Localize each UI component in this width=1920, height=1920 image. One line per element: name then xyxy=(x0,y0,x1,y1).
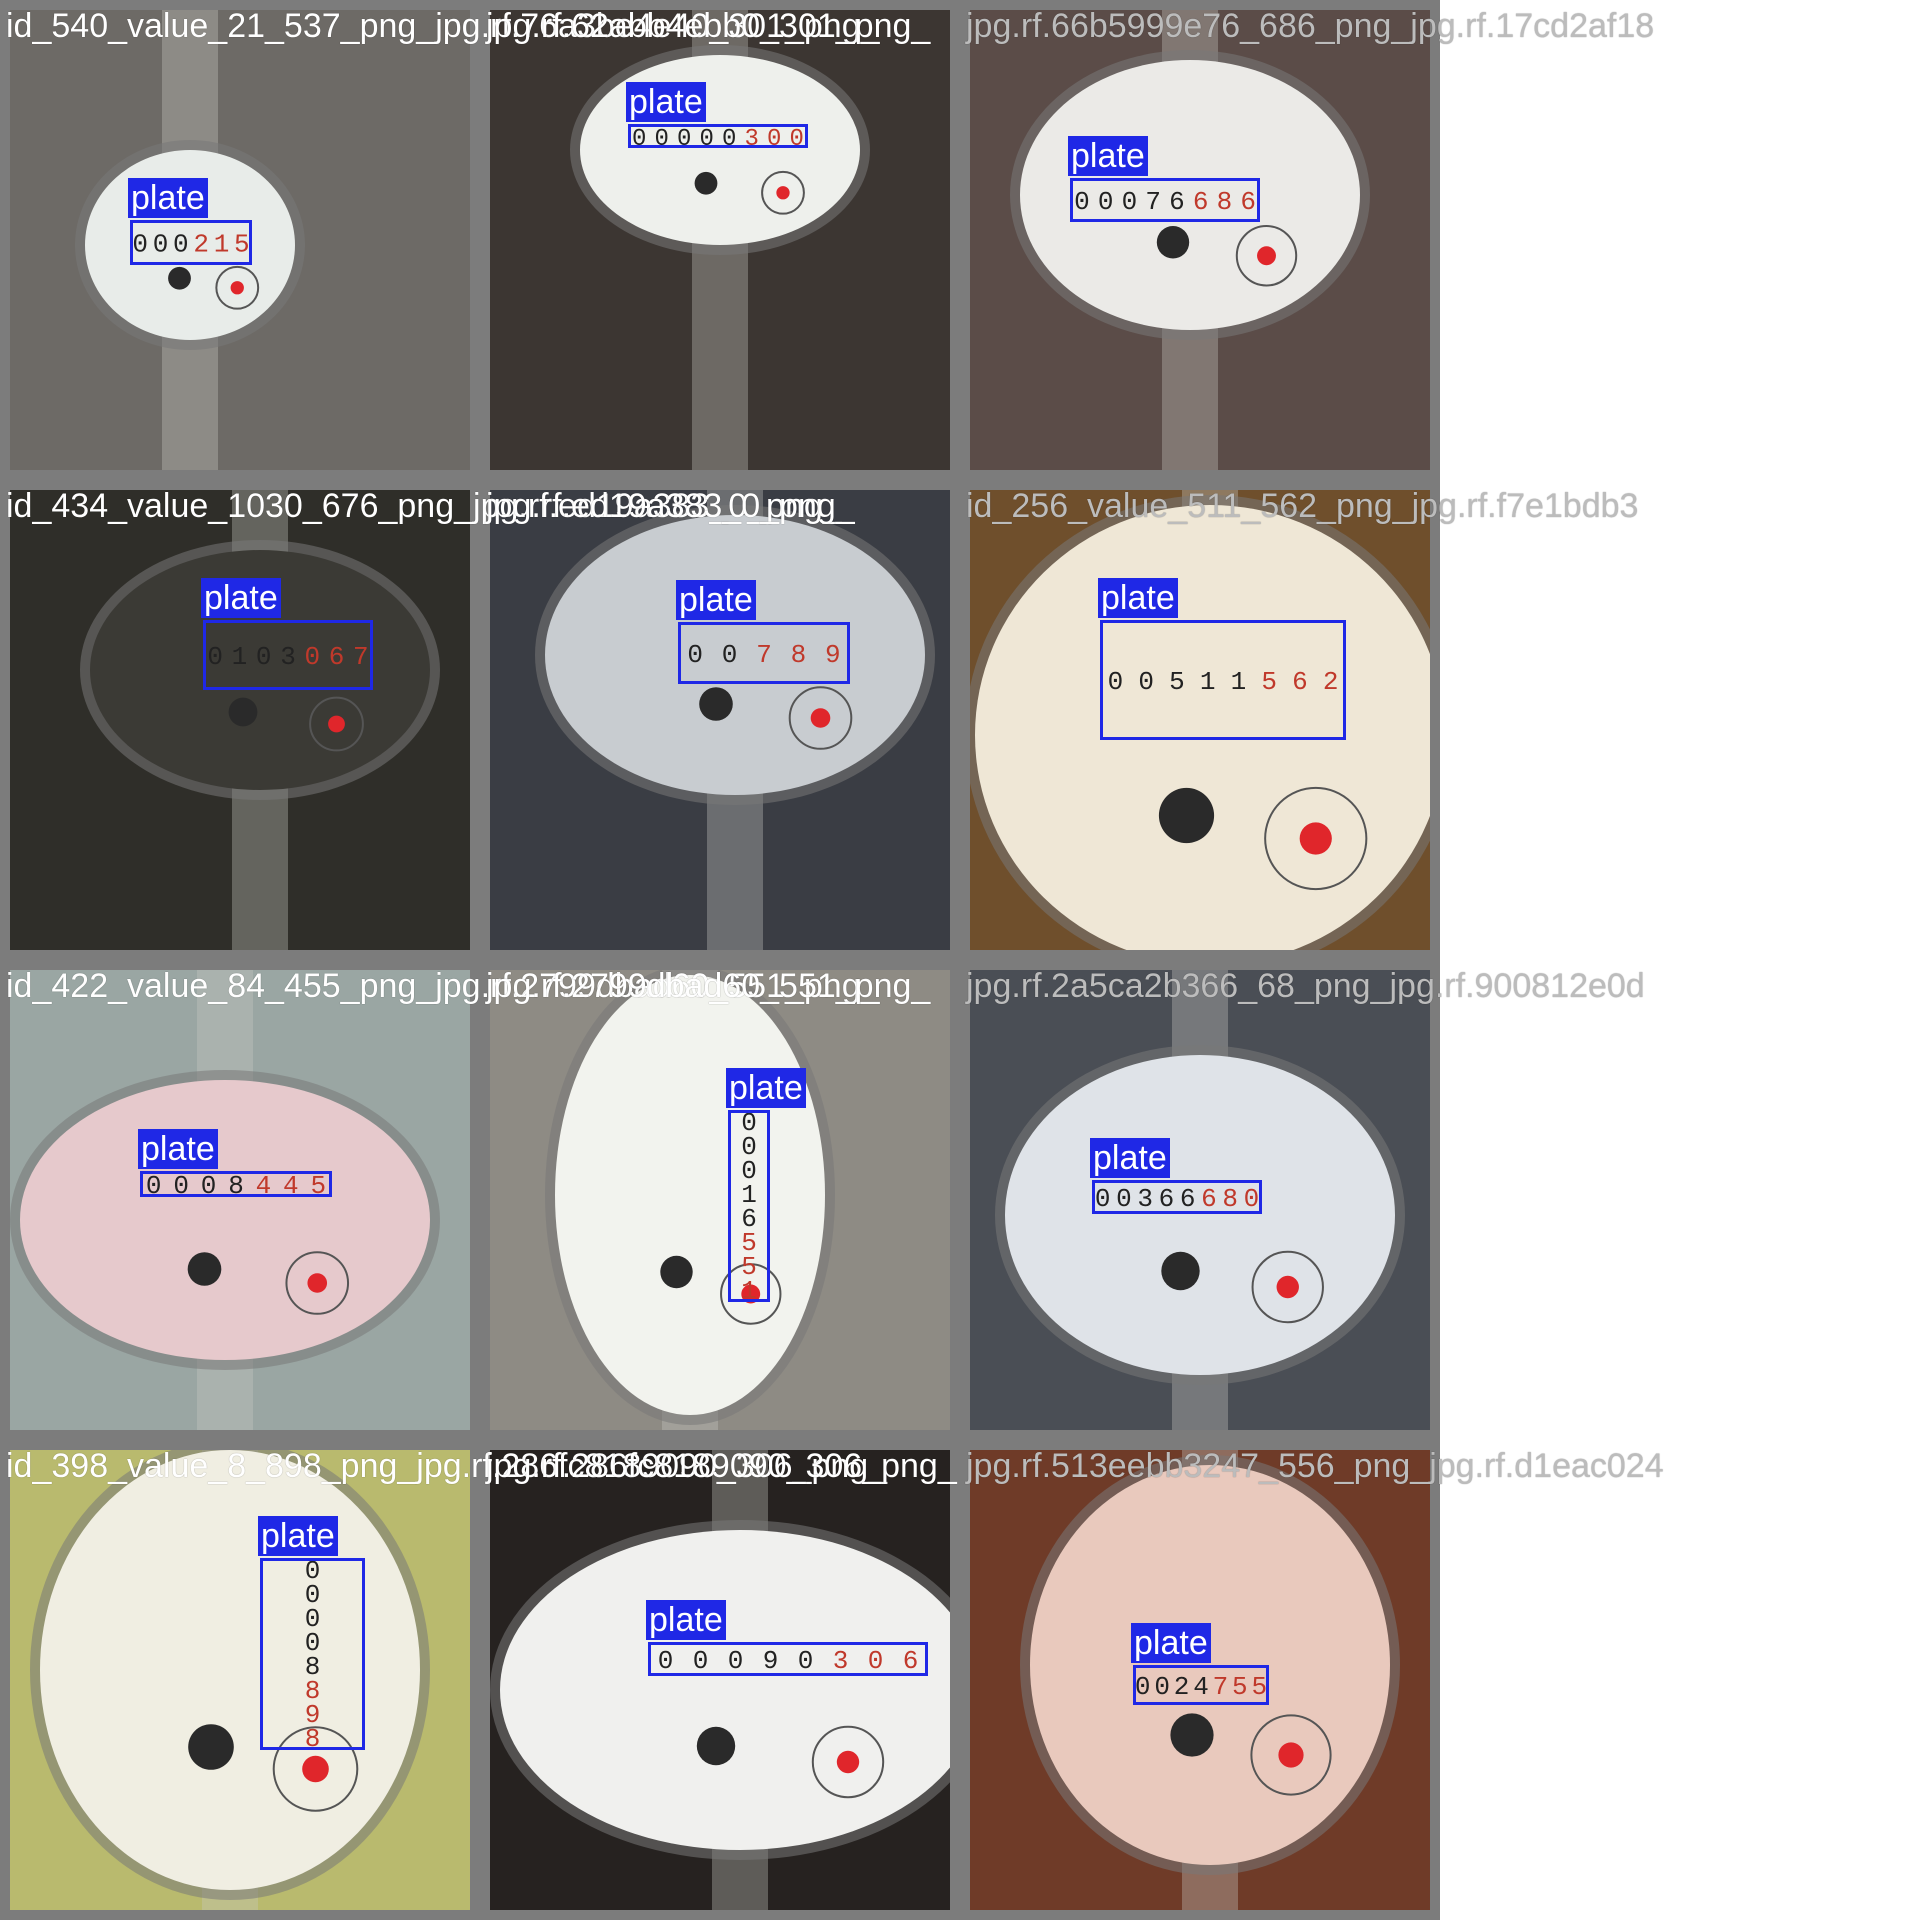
star-wheel xyxy=(188,1724,234,1770)
detection-box xyxy=(203,620,373,690)
dial-needle xyxy=(307,1273,328,1293)
detection-label: plate xyxy=(626,82,706,122)
detection-box xyxy=(628,124,808,148)
meter-face xyxy=(1005,1055,1395,1375)
detection-box xyxy=(1100,620,1346,740)
dial-needle xyxy=(1278,1742,1304,1768)
star-wheel xyxy=(694,171,718,195)
water-meter-photo: 00016551 xyxy=(545,970,835,1430)
dial-needle xyxy=(328,715,345,733)
image-tile: 0 0 0 7 6 6 8 6 plate xyxy=(960,0,1440,480)
dial-needle xyxy=(1257,246,1276,266)
star-wheel xyxy=(1161,1251,1200,1291)
tile-filename-caption: jpg.rf.286fc8189090_306_png_ xyxy=(486,1447,957,1485)
tile-filename-caption: jpg.rf.513eebb3247_556_png_jpg.rf.d1eac0… xyxy=(966,1447,1664,1485)
detection-box xyxy=(728,1110,770,1302)
image-tile: 0 0 3 6 6 6 8 0 plate xyxy=(960,960,1440,1440)
detection-box xyxy=(1133,1665,1269,1705)
image-tile: 0 1 0 3 0 6 7 plate xyxy=(0,480,480,960)
star-wheel xyxy=(1170,1713,1214,1757)
dial-needle xyxy=(836,1750,860,1774)
meter-face xyxy=(20,1080,430,1360)
meter-face xyxy=(580,55,860,245)
star-wheel xyxy=(660,1255,693,1289)
detection-box xyxy=(648,1642,928,1676)
dial-needle xyxy=(1299,822,1332,855)
dial-needle xyxy=(230,281,244,295)
detection-label: plate xyxy=(128,178,208,218)
detection-box xyxy=(140,1171,332,1197)
detection-label: plate xyxy=(676,580,756,620)
image-tile: 0 0 0 1 6 5 5 1 plate xyxy=(480,960,960,1440)
star-wheel xyxy=(699,687,733,721)
detection-label: plate xyxy=(1068,136,1148,176)
detection-label: plate xyxy=(726,1068,806,1108)
image-tile: 0 0 0 9 0 3 0 6 plate xyxy=(480,1440,960,1920)
meter-face xyxy=(555,975,825,1415)
detection-box xyxy=(678,622,850,684)
water-meter-photo: 00076686 xyxy=(1010,10,1370,470)
image-tile: 0 0 0 0 0 3 0 0 plate xyxy=(480,0,960,480)
detection-box xyxy=(1092,1180,1262,1214)
water-meter-photo: 00090306 xyxy=(490,1450,950,1910)
star-wheel xyxy=(696,1726,736,1766)
star-wheel xyxy=(187,1252,222,1286)
water-meter-photo: 0008445 xyxy=(10,970,440,1430)
tile-filename-caption: jpg.rf.2a5ca2b366_68_png_jpg.rf.900812e0… xyxy=(966,967,1645,1005)
detection-box xyxy=(1070,178,1260,222)
image-tile: 0 0 0 2 1 5 plate xyxy=(0,0,480,480)
image-tile: 0 0 0 0 8 8 9 8 plate xyxy=(0,1440,480,1920)
dial-needle xyxy=(302,1755,329,1783)
detection-label: plate xyxy=(1090,1138,1170,1178)
image-tile: 0 0 7 8 9 plate xyxy=(480,480,960,960)
water-meter-photo: 00000300 xyxy=(570,10,870,470)
detection-label: plate xyxy=(138,1129,218,1169)
tile-filename-caption: jpg.rf.2799dbad60_551_png_ xyxy=(486,967,931,1005)
detection-label: plate xyxy=(1131,1623,1211,1663)
dial-needle xyxy=(776,186,790,200)
detection-mosaic: 0 0 0 2 1 5 plate 0 0 0 0 0 3 0 0 plate 0 0 0 7 6 6 8 6 plate 0 1 0… xyxy=(0,0,1920,1920)
detection-box xyxy=(130,220,252,265)
star-wheel xyxy=(1156,226,1190,259)
detection-label: plate xyxy=(1098,578,1178,618)
image-tile: 0 0 5 1 1 5 6 2 plate xyxy=(960,480,1440,960)
tile-filename-caption: jpg.rf.66b5999e76_686_png_jpg.rf.17cd2af… xyxy=(966,7,1655,45)
tile-filename-caption: jpg.rf.ed19a383_0_png_ xyxy=(486,487,855,525)
detection-label: plate xyxy=(646,1600,726,1640)
star-wheel xyxy=(168,266,191,290)
tile-filename-caption: id_256_value_511_562_png_jpg.rf.f7e1bdb3 xyxy=(966,487,1639,525)
image-tile: 0 0 2 4 7 5 5 plate xyxy=(960,1440,1440,1920)
detection-box xyxy=(260,1558,365,1750)
water-meter-photo: 0103067 xyxy=(80,490,440,950)
star-wheel xyxy=(228,697,258,727)
tile-filename-caption: jpg.rf.62abb4ebb0_301_png_ xyxy=(486,7,931,45)
detection-label: plate xyxy=(201,578,281,618)
star-wheel xyxy=(1158,787,1215,844)
image-tile: 0 0 0 8 4 4 5 plate xyxy=(0,960,480,1440)
detection-label: plate xyxy=(258,1516,338,1556)
water-meter-photo: 00008898 xyxy=(30,1450,430,1910)
water-meter-photo: 00789 xyxy=(535,490,935,950)
dial-needle xyxy=(810,708,831,728)
dial-needle xyxy=(1276,1275,1299,1299)
